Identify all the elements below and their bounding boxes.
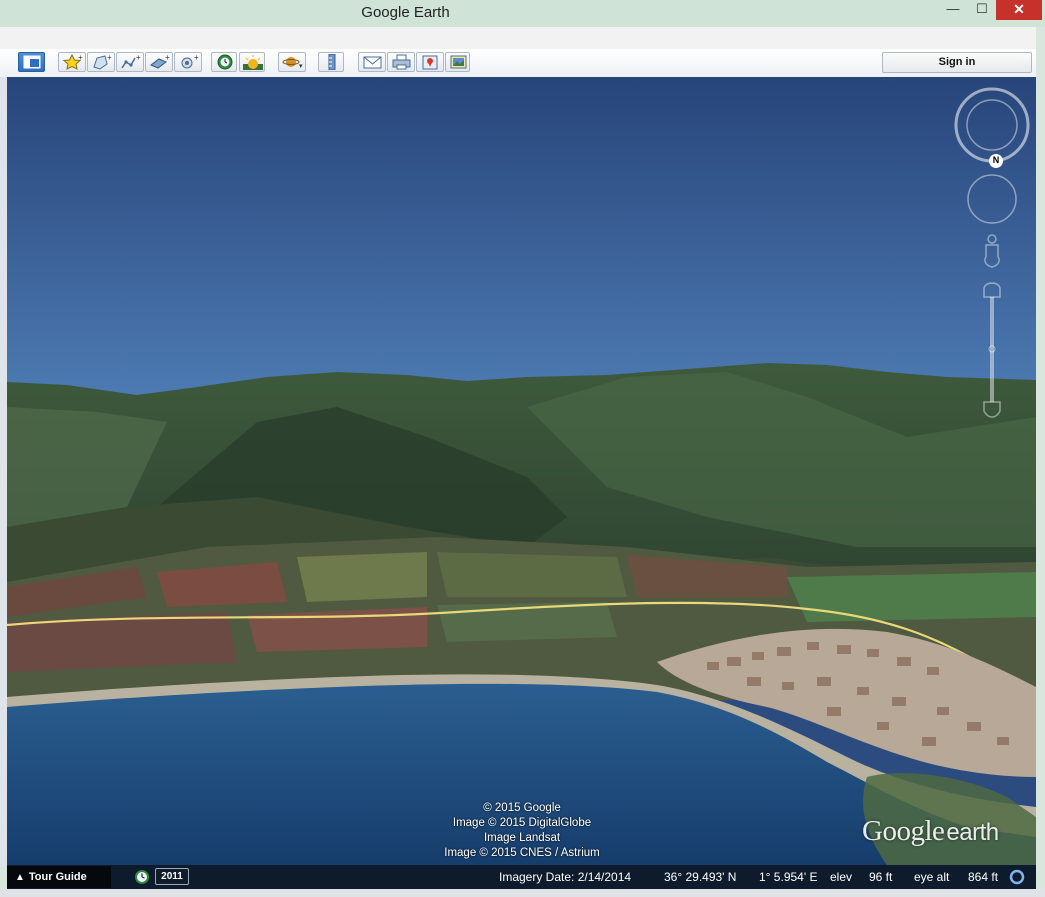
streaming-progress-icon	[1009, 869, 1025, 885]
sky	[7, 77, 1036, 407]
sunlight-button[interactable]	[239, 52, 265, 72]
save-image-icon	[450, 55, 467, 69]
attribution-line: © 2015 Google	[483, 802, 561, 814]
navigation-controls: N	[954, 87, 1034, 427]
tour-guide-label: Tour Guide	[28, 871, 87, 883]
historical-imagery-icon	[217, 54, 233, 70]
svg-text:+: +	[136, 54, 141, 62]
ruler-button[interactable]	[318, 52, 344, 72]
ruler-icon	[328, 54, 336, 70]
svg-text:+: +	[78, 54, 83, 62]
view-in-maps-button[interactable]	[416, 52, 444, 72]
print-icon	[392, 54, 411, 70]
historical-imagery-clock-icon[interactable]	[134, 869, 150, 885]
move-joystick-icon[interactable]	[966, 171, 1022, 227]
add-polygon-icon: +	[93, 54, 112, 70]
status-bar: ▲ Tour Guide 2011 Imagery Date: 2/14/2014…	[7, 865, 1036, 889]
minimize-button[interactable]: —	[938, 0, 968, 20]
window-title: Google Earth	[361, 4, 450, 21]
historical-imagery-button[interactable]	[211, 52, 237, 72]
switch-planet-button[interactable]: ▾	[278, 52, 306, 72]
longitude-readout: 1° 5.954' E	[759, 870, 818, 884]
email-icon	[363, 56, 382, 69]
elevation-label: elev	[830, 870, 853, 884]
maximize-button[interactable]: ☐	[968, 0, 996, 20]
switch-planet-icon: ▾	[282, 57, 303, 70]
imagery-attribution: © 2015 Google Image © 2015 DigitalGlobe …	[412, 801, 632, 861]
add-image-overlay-icon: +	[150, 54, 170, 69]
eye-altitude-value: 864 ft	[968, 870, 999, 884]
sunlight-icon	[243, 55, 263, 70]
print-button[interactable]	[387, 52, 415, 72]
add-path-button[interactable]: +	[116, 52, 144, 72]
elevation-value: 96 ft	[869, 870, 893, 884]
earth-3d-view[interactable]: N © 2015 Google Image © 2015 DigitalGlob…	[7, 77, 1036, 865]
svg-text:▾: ▾	[299, 63, 303, 70]
close-button[interactable]: ✕	[996, 0, 1042, 20]
eye-altitude-label: eye alt	[914, 870, 950, 884]
email-button[interactable]	[358, 52, 386, 72]
record-tour-button[interactable]: +	[174, 52, 202, 72]
title-bar: Google Earth — ☐ ✕	[0, 0, 1045, 27]
add-path-icon: +	[121, 54, 141, 69]
sidebar-toggle-icon	[23, 55, 41, 69]
svg-text:+: +	[107, 54, 112, 62]
add-placemark-icon: +	[62, 54, 83, 70]
imagery-date: Imagery Date: 2/14/2014	[499, 870, 632, 884]
attribution-line: Image © 2015 DigitalGlobe	[452, 817, 592, 829]
compass-north-label: N	[992, 155, 1000, 165]
tour-guide-button[interactable]: ▲ Tour Guide	[7, 866, 111, 888]
google-earth-logo: Googleearth	[862, 815, 1032, 851]
view-in-maps-icon	[422, 55, 438, 70]
attribution-line: Image Landsat	[483, 832, 561, 844]
record-tour-icon: +	[181, 54, 199, 69]
right-frame-border	[1036, 27, 1045, 889]
logo-google-text: Google	[862, 815, 945, 847]
sign-in-button[interactable]: Sign in	[882, 52, 1032, 73]
svg-text:+: +	[165, 54, 170, 62]
add-image-overlay-button[interactable]: +	[145, 52, 173, 72]
latitude-readout: 36° 29.493' N	[664, 870, 737, 884]
street-view-pegman-icon[interactable]	[978, 233, 1008, 273]
window-bottom-edge	[0, 889, 1045, 897]
tour-guide-caret-icon: ▲	[15, 872, 25, 883]
attribution-line: Image © 2015 CNES / Astrium	[444, 847, 600, 859]
historical-imagery-year[interactable]: 2011	[155, 868, 189, 885]
add-polygon-button[interactable]: +	[87, 52, 115, 72]
save-image-button[interactable]	[445, 52, 470, 72]
logo-earth-text: earth	[946, 819, 999, 846]
svg-text:+: +	[194, 54, 199, 62]
menu-bar	[0, 27, 1036, 50]
add-placemark-button[interactable]: +	[58, 52, 86, 72]
terrain-scene	[7, 77, 1036, 865]
toolbar: + + + + + ▾ Sign in	[0, 49, 1036, 78]
zoom-slider-icon[interactable]	[980, 277, 1006, 427]
sidebar-toggle-button[interactable]	[18, 52, 45, 72]
